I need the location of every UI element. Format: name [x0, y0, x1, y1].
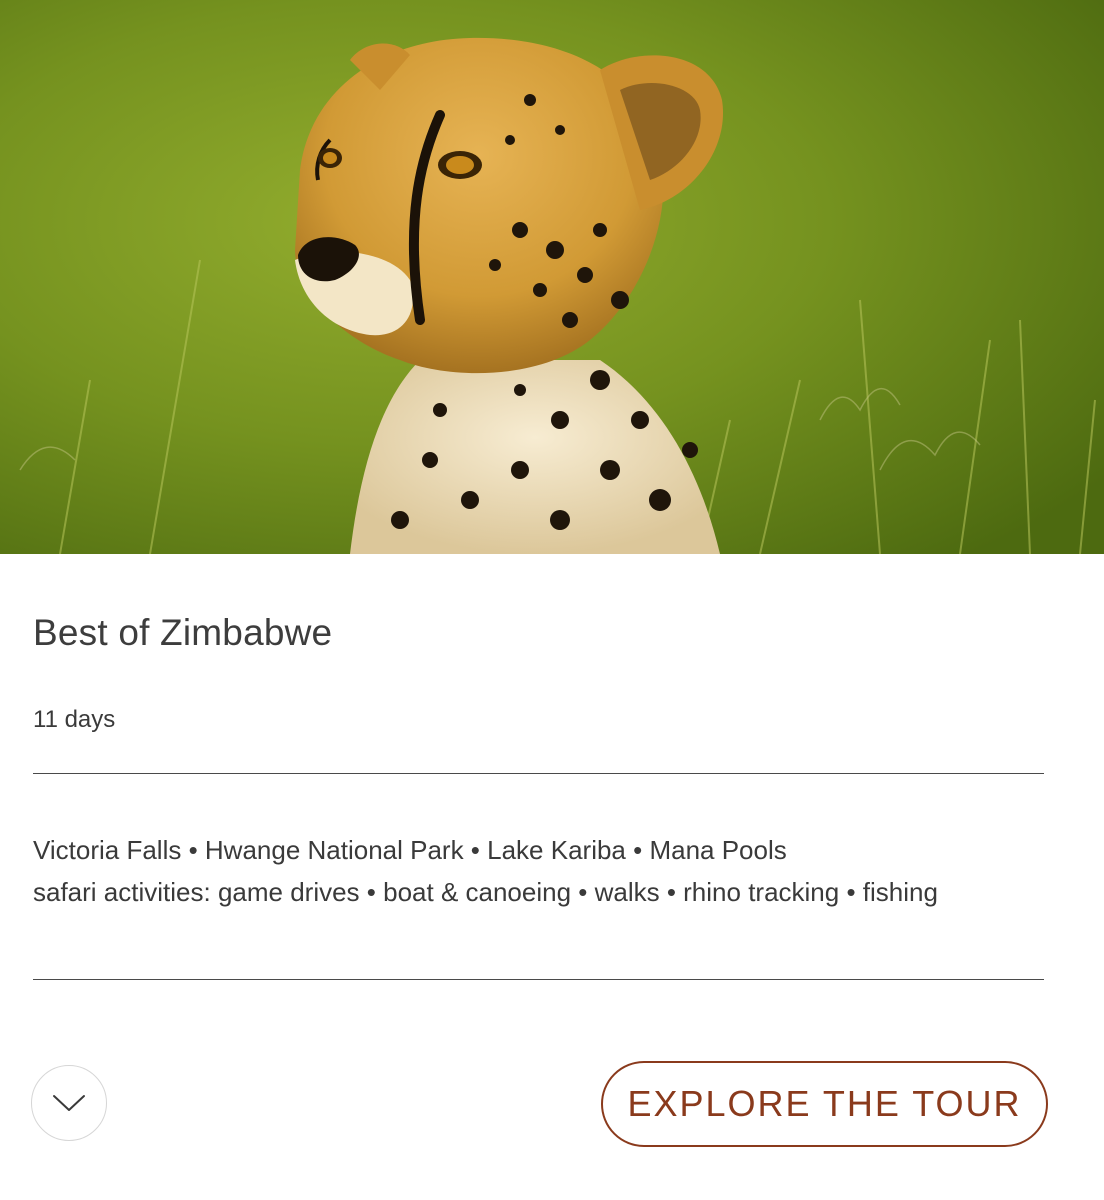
divider-top [33, 773, 1044, 774]
cheetah-photo [0, 0, 1104, 554]
tour-places: Victoria Falls • Hwange National Park • … [33, 835, 787, 865]
tour-details: Victoria Falls • Hwange National Park • … [33, 829, 938, 913]
tour-duration: 11 days [33, 706, 116, 733]
explore-tour-button[interactable]: EXPLORE THE TOUR [601, 1061, 1048, 1147]
tour-activities: safari activities: game drives • boat & … [33, 877, 938, 907]
hero-image [0, 0, 1104, 554]
tour-title: Best of Zimbabwe [33, 612, 333, 653]
tour-card: Best of Zimbabwe 11 days Victoria Falls … [0, 0, 1104, 1200]
expand-button[interactable] [31, 1065, 107, 1141]
divider-bottom [33, 979, 1044, 980]
chevron-down-icon [53, 1095, 85, 1111]
